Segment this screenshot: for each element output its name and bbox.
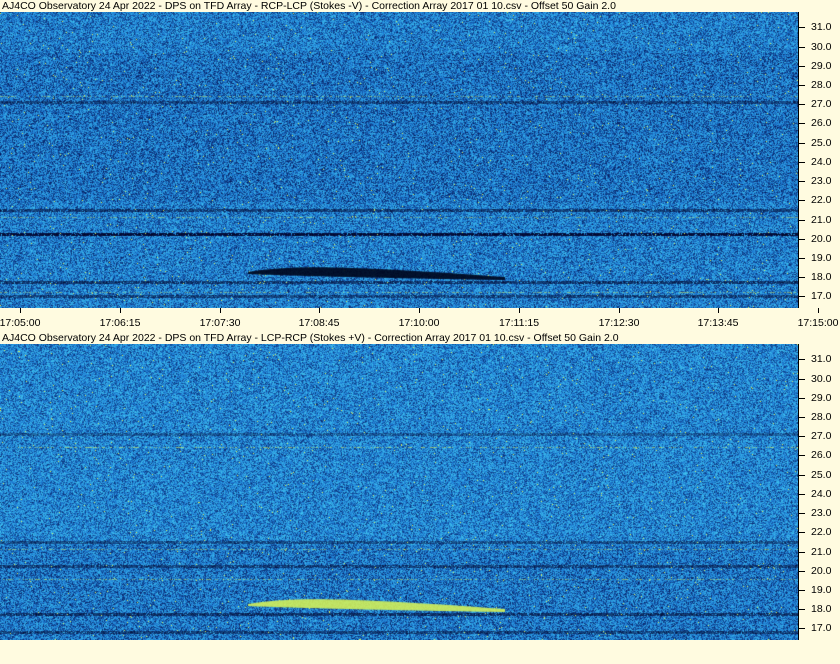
freq-tick: [799, 571, 805, 572]
freq-tick-label: 30.0: [811, 41, 832, 53]
freq-tick: [799, 532, 805, 533]
time-tick: [818, 308, 819, 313]
time-tick-label: 17:05:00: [0, 317, 41, 329]
freq-tick-label: 26.0: [811, 117, 832, 129]
freq-tick: [799, 609, 805, 610]
freq-tick: [799, 398, 805, 399]
time-tick: [220, 308, 221, 313]
freq-tick: [799, 436, 805, 437]
freq-tick-label: 17.0: [811, 622, 832, 634]
freq-tick: [799, 552, 805, 553]
time-tick-label: 17:07:30: [199, 317, 241, 329]
time-tick: [20, 308, 21, 313]
freq-tick: [799, 296, 805, 297]
freq-tick: [799, 417, 805, 418]
frequency-axis-top: 31.0 30.0 29.0 28.0 27.0 26.0 25.0 24.0 23.0 22.0…: [798, 12, 840, 308]
freq-tick-label: 28.0: [811, 411, 832, 423]
freq-tick: [799, 47, 805, 48]
time-tick: [718, 308, 719, 313]
freq-tick: [799, 513, 805, 514]
freq-tick: [799, 66, 805, 67]
freq-tick-label: 30.0: [811, 373, 832, 385]
freq-tick-label: 23.0: [811, 175, 832, 187]
freq-tick-label: 23.0: [811, 507, 832, 519]
freq-tick: [799, 85, 805, 86]
freq-tick: [799, 181, 805, 182]
panel-title-top: AJ4CO Observatory 24 Apr 2022 - DPS on T…: [2, 0, 616, 12]
freq-tick: [799, 123, 805, 124]
freq-tick: [799, 143, 805, 144]
spectrogram-panel-bottom: AJ4CO Observatory 24 Apr 2022 - DPS on T…: [0, 332, 840, 652]
time-tick-label: 17:15:00: [797, 317, 839, 329]
freq-tick-label: 22.0: [811, 526, 832, 538]
freq-tick: [799, 277, 805, 278]
freq-tick-label: 25.0: [811, 137, 832, 149]
time-tick-label: 17:06:15: [99, 317, 141, 329]
freq-tick-label: 31.0: [811, 21, 832, 33]
time-tick: [419, 308, 420, 313]
freq-tick-label: 26.0: [811, 449, 832, 461]
freq-tick: [799, 475, 805, 476]
freq-tick-label: 24.0: [811, 156, 832, 168]
freq-tick-label: 22.0: [811, 194, 832, 206]
time-tick-label: 17:08:45: [298, 317, 340, 329]
spectrogram-panel-top: AJ4CO Observatory 24 Apr 2022 - DPS on T…: [0, 0, 840, 320]
freq-tick: [799, 258, 805, 259]
time-axis: 17:05:00 17:06:15 17:07:30 17:08:45 17:10:00…: [0, 308, 840, 332]
freq-tick-label: 20.0: [811, 565, 832, 577]
panel-title-bottom: AJ4CO Observatory 24 Apr 2022 - DPS on T…: [2, 332, 619, 344]
time-tick: [619, 308, 620, 313]
spectrogram-image-top: [0, 12, 798, 308]
freq-tick-label: 21.0: [811, 546, 832, 558]
freq-tick-label: 29.0: [811, 60, 832, 72]
freq-tick: [799, 27, 805, 28]
freq-tick-label: 25.0: [811, 469, 832, 481]
freq-tick: [799, 494, 805, 495]
freq-tick-label: 17.0: [811, 290, 832, 302]
freq-tick-label: 29.0: [811, 392, 832, 404]
freq-tick-label: 20.0: [811, 233, 832, 245]
freq-tick: [799, 590, 805, 591]
freq-tick: [799, 200, 805, 201]
time-tick-label: 17:12:30: [598, 317, 640, 329]
freq-tick: [799, 220, 805, 221]
freq-tick: [799, 359, 805, 360]
freq-tick: [799, 162, 805, 163]
freq-tick-label: 27.0: [811, 98, 832, 110]
spectrogram-canvas-bottom: [0, 344, 798, 640]
freq-tick: [799, 104, 805, 105]
freq-tick-label: 18.0: [811, 603, 832, 615]
freq-tick-label: 21.0: [811, 214, 832, 226]
time-tick-label: 17:10:00: [398, 317, 440, 329]
freq-tick-label: 27.0: [811, 430, 832, 442]
freq-tick-label: 28.0: [811, 79, 832, 91]
freq-tick: [799, 455, 805, 456]
time-tick: [120, 308, 121, 313]
spectrogram-canvas-top: [0, 12, 798, 308]
time-tick-label: 17:13:45: [697, 317, 739, 329]
freq-tick-label: 31.0: [811, 353, 832, 365]
freq-tick-label: 19.0: [811, 584, 832, 596]
frequency-axis-bottom: 31.0 30.0 29.0 28.0 27.0 26.0 25.0 24.0 23.0 22.0…: [798, 344, 840, 640]
freq-tick: [799, 239, 805, 240]
time-tick: [319, 308, 320, 313]
freq-tick-label: 19.0: [811, 252, 832, 264]
freq-tick-label: 18.0: [811, 271, 832, 283]
freq-tick: [799, 628, 805, 629]
freq-tick: [799, 379, 805, 380]
freq-tick-label: 24.0: [811, 488, 832, 500]
spectrogram-image-bottom: [0, 344, 798, 640]
time-tick: [519, 308, 520, 313]
time-tick-label: 17:11:15: [498, 317, 540, 329]
bottom-strip: [0, 640, 840, 664]
